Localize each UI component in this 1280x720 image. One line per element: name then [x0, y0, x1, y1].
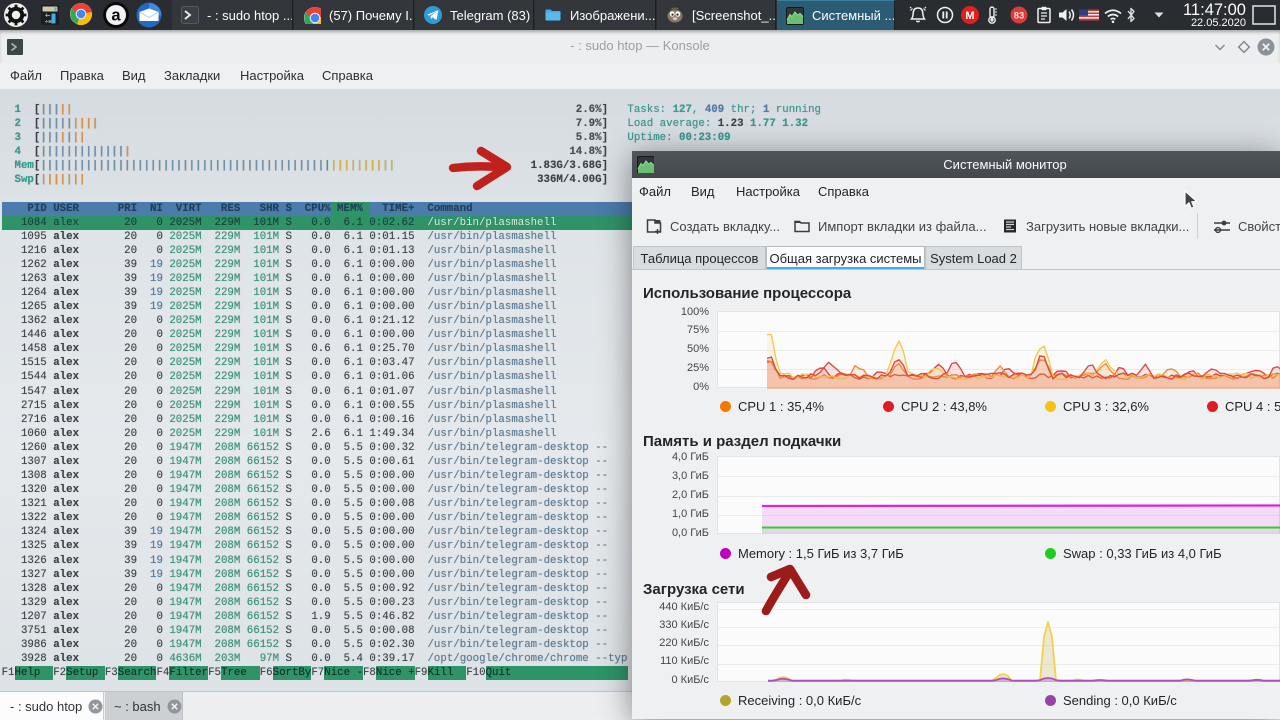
svg-text:a: a: [111, 7, 121, 25]
svg-text:83: 83: [1014, 11, 1025, 22]
svg-text:M: M: [965, 10, 974, 22]
svg-text:×: ×: [48, 19, 52, 26]
